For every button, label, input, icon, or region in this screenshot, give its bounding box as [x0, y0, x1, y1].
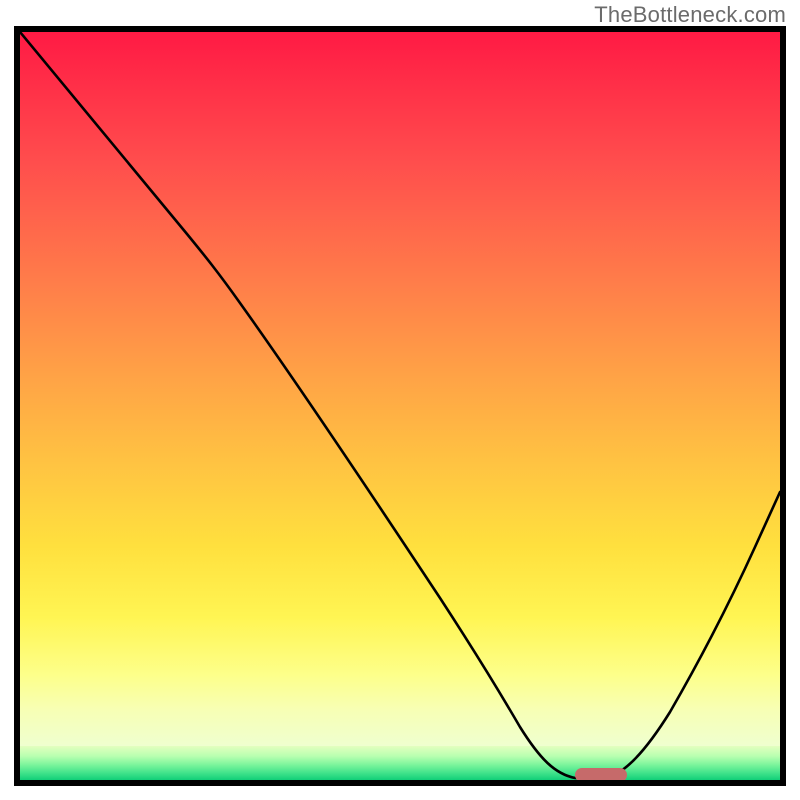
watermark-text: TheBottleneck.com — [594, 2, 786, 28]
chart-frame: TheBottleneck.com — [0, 0, 800, 800]
plot-area — [20, 32, 780, 780]
plot-border — [14, 26, 786, 786]
curve-layer — [20, 32, 780, 780]
optimal-marker — [575, 768, 627, 780]
bottleneck-curve — [20, 32, 780, 779]
